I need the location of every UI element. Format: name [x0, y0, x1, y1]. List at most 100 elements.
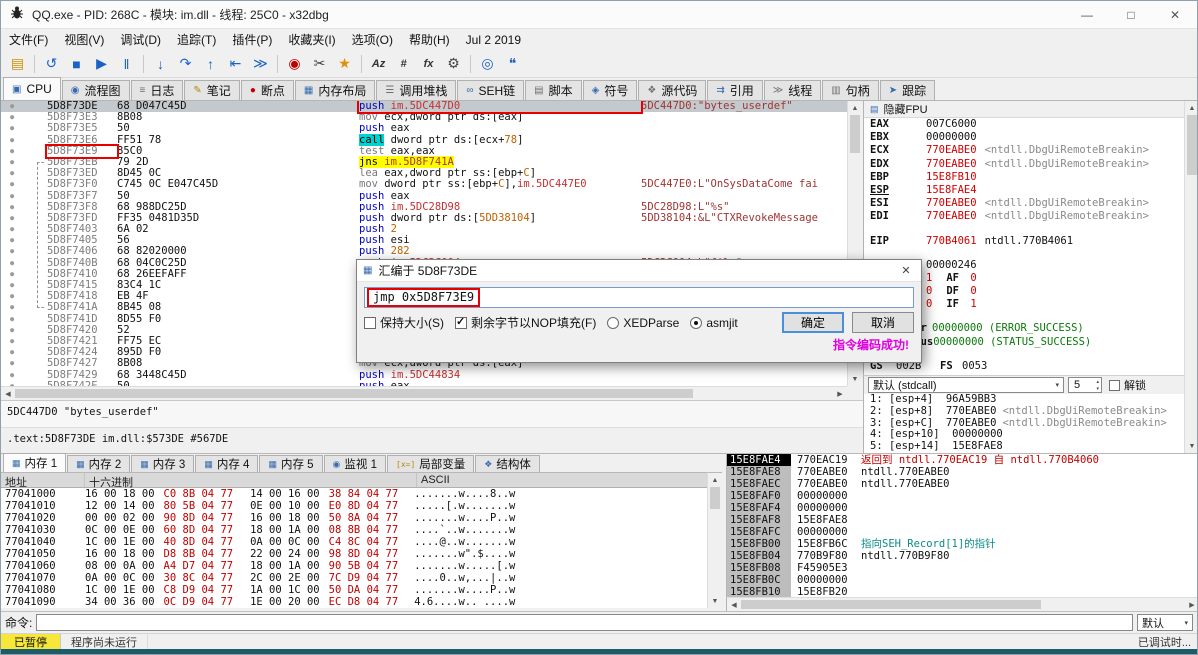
breakpoint-dot-icon[interactable]: ● — [1, 191, 47, 202]
breakpoint-dot-icon[interactable]: ● — [1, 291, 47, 302]
breakpoint-dot-icon[interactable]: ● — [1, 336, 47, 347]
disasm-row[interactable]: ● 5D8F7429 68 3448C45D push im.5DC44834 — [1, 369, 847, 381]
gear-icon[interactable]: ⚙ — [442, 52, 465, 75]
dialog-title-bar[interactable]: ▦ 汇编于 5D8F73DE ✕ — [357, 260, 921, 282]
stack-row[interactable]: 15E8FAFC 00000000 — [727, 526, 1197, 538]
register-row[interactable]: EBX 00000000 — [864, 131, 1184, 144]
breakpoint-dot-icon[interactable]: ● — [1, 202, 47, 213]
restart-icon[interactable]: ↺ — [40, 52, 63, 75]
scroll-down-icon[interactable]: ▼ — [848, 372, 862, 386]
stop-icon[interactable]: ■ — [65, 52, 88, 75]
register-row[interactable]: ESI 770EABE0 <ntdll.DbgUiRemoteBreakin> — [864, 197, 1184, 210]
command-input[interactable] — [36, 614, 1133, 631]
tab-seh[interactable]: ∞ SEH链 — [457, 80, 525, 100]
menu-item-8[interactable]: Jul 2 2019 — [458, 31, 529, 49]
asmjit-radio-circle[interactable] — [690, 316, 703, 329]
breakpoint-dot-icon[interactable]: ● — [1, 157, 47, 168]
scroll-right-icon[interactable]: ▶ — [833, 387, 847, 400]
dump-rows[interactable]: 77041000 16 00 18 00 C0 8B 04 77 14 00 16 0… — [1, 488, 707, 608]
stack-row[interactable]: 15E8FAF0 00000000 — [727, 490, 1197, 502]
tab-notes[interactable]: ✎ 笔记 — [184, 80, 240, 100]
breakpoint-dot-icon[interactable]: ● — [1, 101, 47, 112]
favourites-icon[interactable]: ★ — [333, 52, 356, 75]
command-profile-select[interactable]: 默认 ▾ — [1137, 614, 1193, 631]
step-out-icon[interactable]: ↑ — [199, 52, 222, 75]
menu-item-6[interactable]: 选项(O) — [344, 29, 401, 50]
stepper-arrows-icon[interactable]: ▴ ▾ — [1096, 379, 1099, 392]
bottom-tab-mem3[interactable]: ▦ 内存 3 — [131, 455, 195, 472]
tab-log[interactable]: ≡ 日志 — [130, 80, 184, 100]
tab-handles[interactable]: ▥ 句柄 — [822, 80, 879, 100]
menu-item-0[interactable]: 文件(F) — [1, 29, 56, 50]
bottom-tab-mem1[interactable]: ▦ 内存 1 — [3, 453, 67, 472]
fx-icon[interactable]: fx — [417, 52, 440, 75]
xedparse-radio-circle[interactable] — [607, 316, 620, 329]
register-row[interactable]: ESP 15E8FAE4 — [864, 184, 1184, 197]
stack-row[interactable]: 15E8FB10 15E8FB20 — [727, 586, 1197, 597]
dump-row[interactable]: 77041030 0C 00 0E 00 60 8D 04 77 18 00 1A 0… — [1, 524, 707, 536]
stack-view[interactable]: 15E8FAE4 770EAC19 返回到 ntdll.770EAC19 自 ntd… — [726, 453, 1197, 597]
bottom-tab-mem4[interactable]: ▦ 内存 4 — [195, 455, 259, 472]
keep-size-checkbox[interactable]: 保持大小(S) — [364, 314, 444, 331]
dump-row[interactable]: 77041010 12 00 14 00 80 5B 04 77 0E 00 10 0… — [1, 500, 707, 512]
tab-graph[interactable]: ◉ 流程图 — [61, 80, 130, 100]
dialog-close-icon[interactable]: ✕ — [891, 260, 921, 281]
scroll-thumb[interactable] — [15, 389, 693, 398]
scroll-down-icon[interactable]: ▼ — [708, 594, 722, 608]
tab-breakpoints[interactable]: ● 断点 — [240, 80, 294, 100]
tab-references[interactable]: ⇉ 引用 — [707, 80, 763, 100]
breakpoint-dot-icon[interactable]: ● — [1, 314, 47, 325]
dump-row[interactable]: 77041080 1C 00 1E 00 C8 D9 04 77 1A 00 1C 0… — [1, 584, 707, 596]
bottom-tab-struct[interactable]: ❖ 结构体 — [475, 455, 540, 472]
breakpoint-dot-icon[interactable]: ● — [1, 269, 47, 280]
disasm-hscrollbar[interactable]: ◀ ▶ — [1, 386, 847, 400]
breakpoint-dot-icon[interactable]: ● — [1, 358, 47, 369]
stack-row[interactable]: 15E8FAE8 770EABE0 ntdll.770EABE0 — [727, 466, 1197, 478]
patches-icon[interactable]: ◉ — [283, 52, 306, 75]
dump-row[interactable]: 77041020 00 00 02 00 90 8D 04 77 16 00 18 0… — [1, 512, 707, 524]
keep-size-checkbox-box[interactable] — [364, 316, 376, 329]
tab-script[interactable]: ▤ 脚本 — [525, 80, 582, 100]
assembly-input[interactable]: jmp 0x5D8F73E9 — [364, 287, 914, 308]
register-row[interactable]: EBP 15E8FB10 — [864, 171, 1184, 184]
fpu-toggle-bar[interactable]: ▤ 隐藏FPU — [864, 101, 1184, 118]
breakpoint-dot-icon[interactable]: ● — [1, 168, 47, 179]
breakpoint-dot-icon[interactable]: ● — [1, 135, 47, 146]
stack-hscrollbar[interactable]: ◀ ▶ — [726, 597, 1197, 611]
arg-row[interactable]: 5: [esp+14] 15E8FAE8 — [864, 440, 1184, 453]
tab-threads[interactable]: ≫ 线程 — [763, 80, 822, 100]
tab-trace[interactable]: ➤ 跟踪 — [879, 80, 936, 100]
stack-row[interactable]: 15E8FB00 15E8FB6C 指向SEH_Record[1]的指针 — [727, 538, 1197, 550]
registers-vscrollbar[interactable]: ▲ ▼ — [1184, 101, 1197, 453]
chat-icon[interactable]: ❝ — [501, 52, 524, 75]
unlock-checkbox-box[interactable] — [1109, 379, 1120, 391]
calling-convention-select[interactable]: 默认 (stdcall) ▾ — [868, 377, 1064, 393]
stack-row[interactable]: 15E8FB08 F45905E3 — [727, 562, 1197, 574]
maximize-button[interactable]: □ — [1109, 1, 1153, 28]
menu-item-1[interactable]: 视图(V) — [56, 29, 112, 50]
open-file-icon[interactable]: ▤ — [6, 52, 29, 75]
breakpoint-dot-icon[interactable]: ● — [1, 325, 47, 336]
minimize-button[interactable]: — — [1065, 1, 1109, 28]
az-icon[interactable]: Az — [367, 52, 390, 75]
stack-row[interactable]: 15E8FB04 770B9F80 ntdll.770B9F80 — [727, 550, 1197, 562]
register-row[interactable]: EDI 770EABE0 <ntdll.DbgUiRemoteBreakin> — [864, 210, 1184, 223]
cancel-button[interactable]: 取消 — [852, 312, 914, 333]
breakpoint-dot-icon[interactable]: ● — [1, 347, 47, 358]
dump-row[interactable]: 77041060 08 00 0A 00 A4 D7 04 77 18 00 1A 0… — [1, 560, 707, 572]
scroll-thumb[interactable] — [741, 600, 1041, 609]
dump-row[interactable]: 77041090 34 00 36 00 0C D9 04 77 1E 00 20 0… — [1, 596, 707, 608]
menu-item-7[interactable]: 帮助(H) — [401, 29, 458, 50]
arg-count-stepper[interactable]: 5 ▴ ▾ — [1068, 377, 1102, 393]
scroll-down-icon[interactable]: ▼ — [1185, 439, 1197, 453]
breakpoint-dot-icon[interactable]: ● — [1, 370, 47, 381]
menu-item-5[interactable]: 收藏夹(I) — [280, 29, 343, 50]
step-into-icon[interactable]: ↓ — [149, 52, 172, 75]
nop-fill-checkbox-box[interactable] — [455, 315, 467, 329]
register-row[interactable]: EAX 007C6000 — [864, 118, 1184, 131]
breakpoint-dot-icon[interactable]: ● — [1, 302, 47, 313]
stack-row[interactable]: 15E8FAF4 00000000 — [727, 502, 1197, 514]
breakpoint-dot-icon[interactable]: ● — [1, 179, 47, 190]
stack-row[interactable]: 15E8FB0C 00000000 — [727, 574, 1197, 586]
scroll-up-icon[interactable]: ▲ — [1185, 101, 1197, 115]
